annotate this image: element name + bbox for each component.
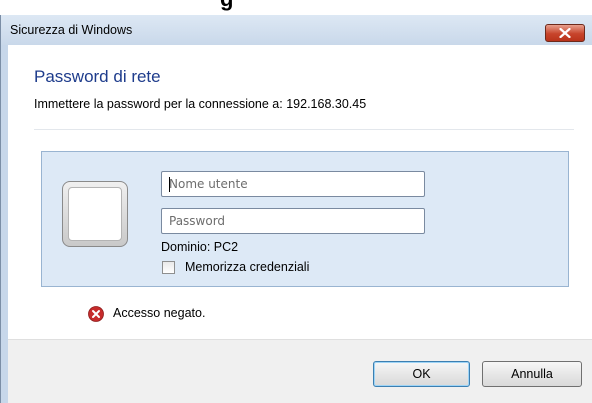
user-tile-icon <box>62 181 128 247</box>
cancel-button[interactable]: Annulla <box>482 361 582 387</box>
remember-credentials-label[interactable]: Memorizza credenziali <box>185 260 309 274</box>
error-icon <box>88 306 104 322</box>
background-text-fragment: g <box>220 0 234 12</box>
password-input[interactable]: Password <box>161 208 425 234</box>
username-placeholder: Nome utente <box>169 177 248 191</box>
text-caret <box>169 177 170 192</box>
domain-label: Dominio: PC2 <box>161 240 239 254</box>
error-message: Accesso negato. <box>113 306 206 320</box>
title-bar[interactable]: Sicurezza di Windows <box>1 15 592 45</box>
username-input[interactable]: Nome utente <box>161 171 425 197</box>
password-placeholder: Password <box>169 214 226 228</box>
dialog-heading: Password di rete <box>34 67 161 86</box>
dialog-content: Password di rete Immettere la password p… <box>8 45 592 403</box>
user-tile-frame <box>68 187 122 241</box>
credential-tile[interactable]: Nome utente Password Dominio: PC2 Memori… <box>41 151 569 287</box>
button-bar: OK Annulla <box>8 339 592 403</box>
remember-credentials-checkbox[interactable] <box>162 261 175 274</box>
close-button[interactable] <box>545 24 585 42</box>
window-title: Sicurezza di Windows <box>10 23 133 37</box>
separator <box>34 129 574 130</box>
security-dialog: Sicurezza di Windows Password di rete Im… <box>0 15 592 403</box>
close-icon <box>559 28 571 38</box>
ok-button[interactable]: OK <box>373 361 470 387</box>
dialog-subtitle: Immettere la password per la connessione… <box>34 97 367 111</box>
